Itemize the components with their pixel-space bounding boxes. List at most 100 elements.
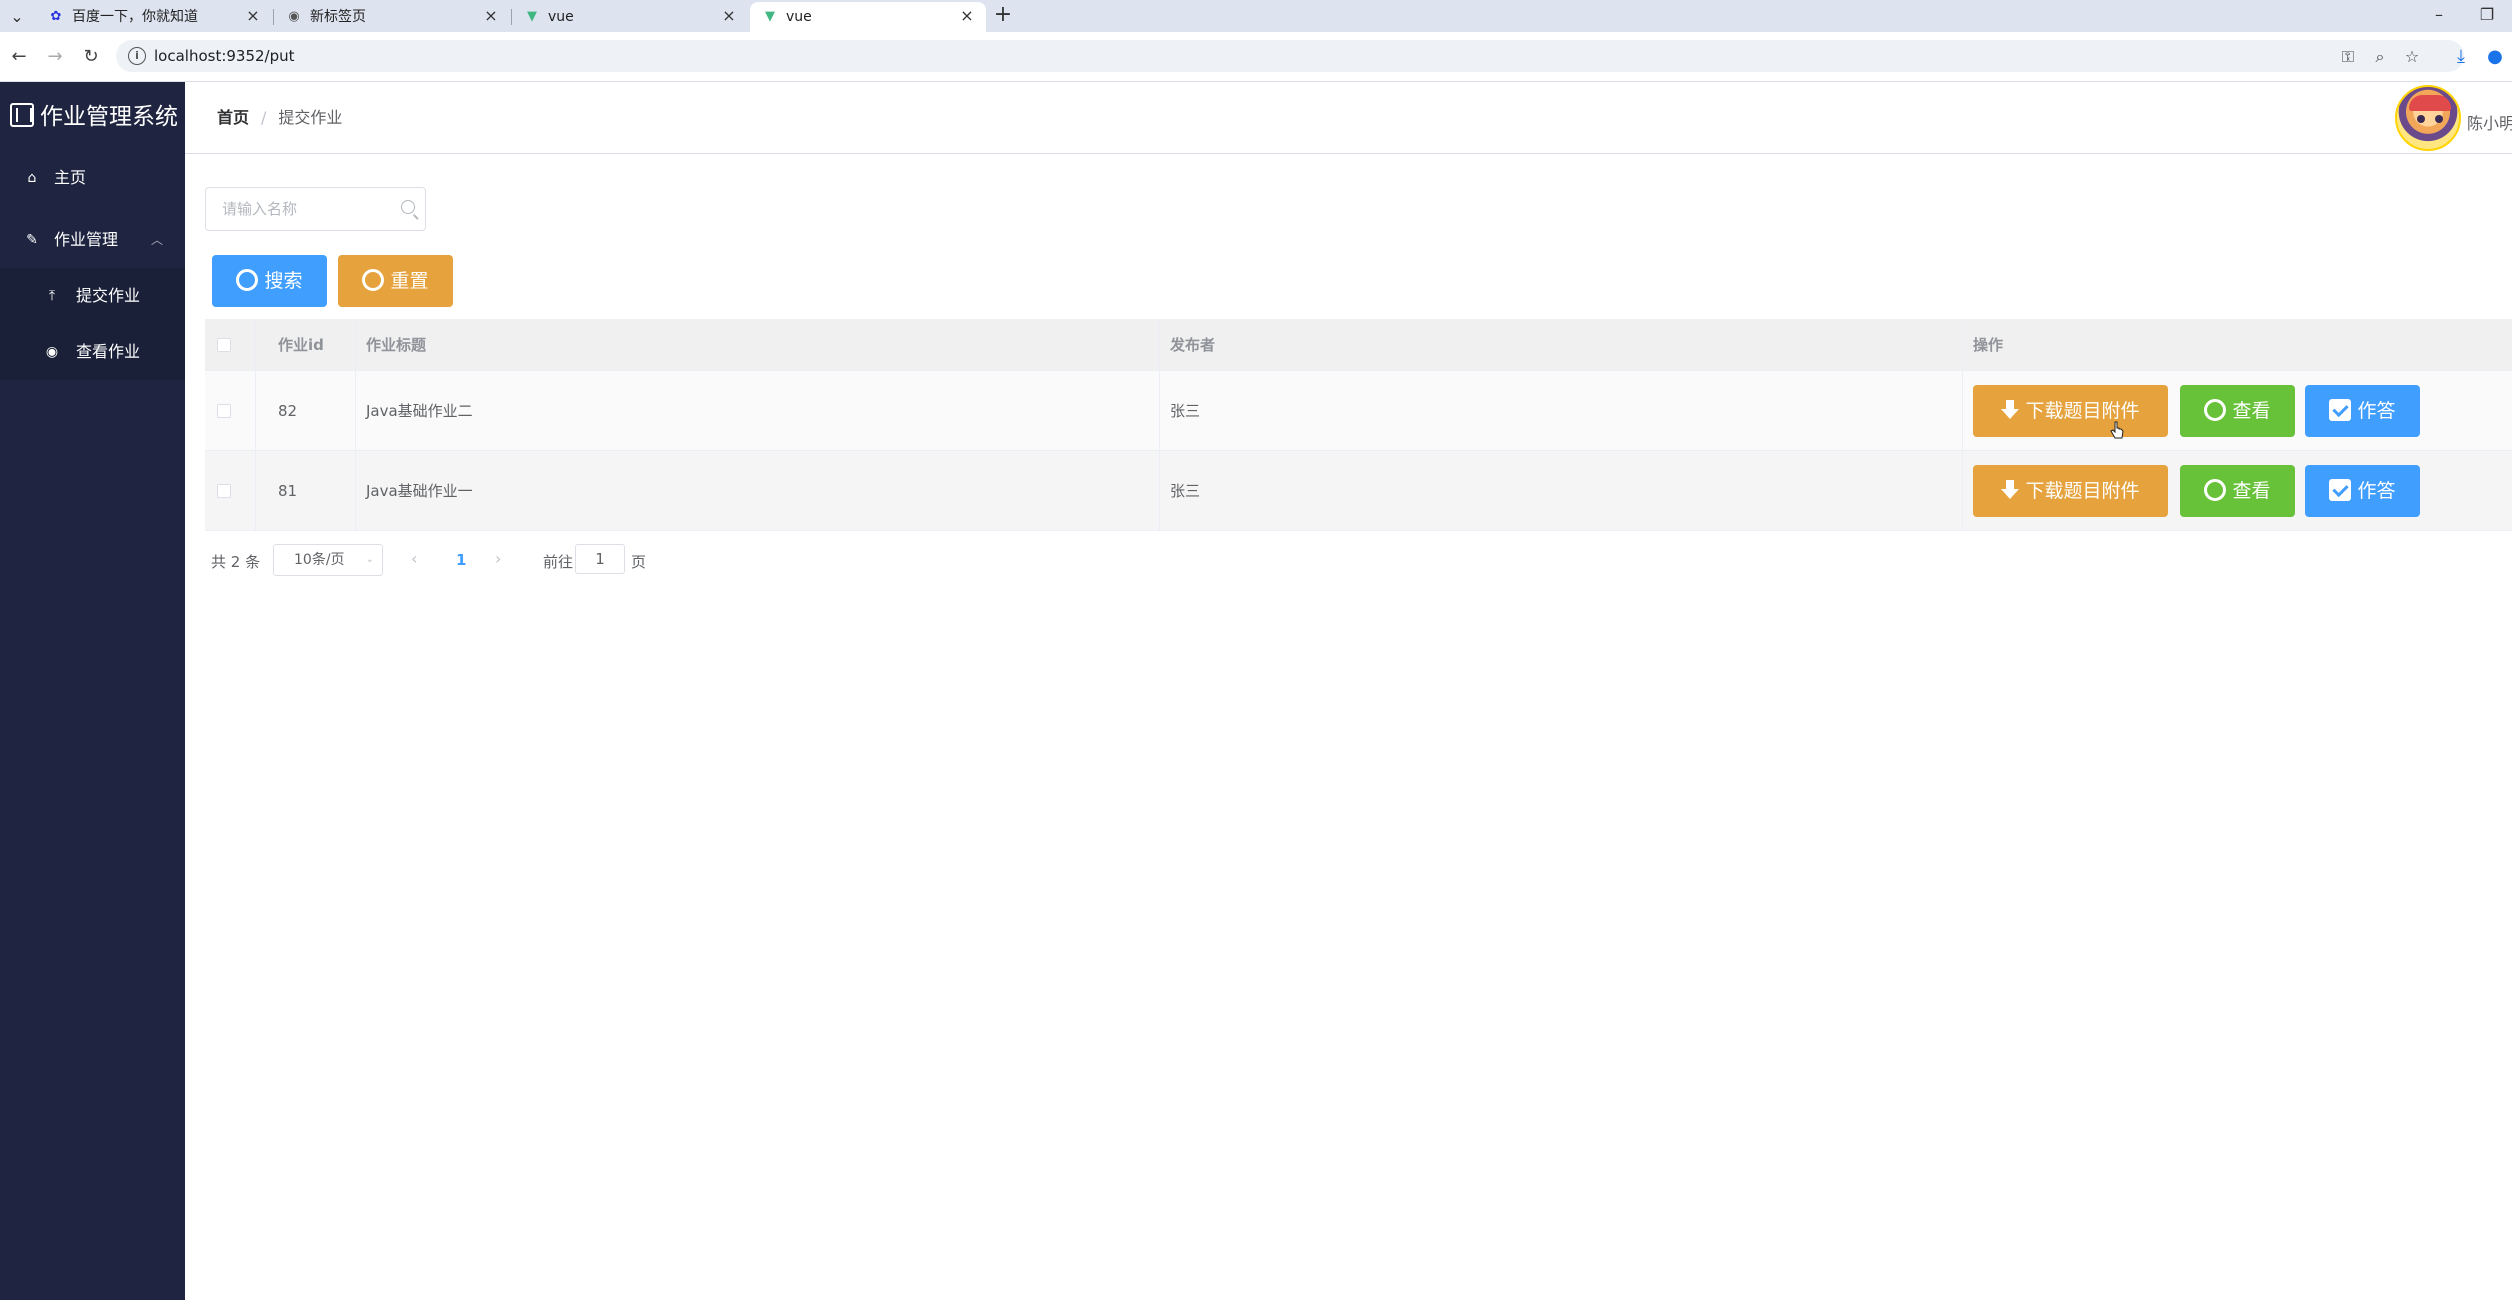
close-tab-icon[interactable]: × xyxy=(244,7,262,25)
profile-icon[interactable]: ● xyxy=(2482,44,2508,70)
search-icon xyxy=(236,269,259,291)
column-divider xyxy=(1962,451,1963,530)
column-divider xyxy=(255,451,256,530)
tab-title: vue xyxy=(548,9,574,25)
browser-tab-strip: ⌄ ✿ 百度一下，你就知道 × ◉ 新标签页 × ▼ vue × ▼ vue ×… xyxy=(0,0,2512,32)
sidebar-item-view-homework[interactable]: ◉ 查看作业 xyxy=(0,324,185,380)
minimize-icon[interactable]: – xyxy=(2424,2,2454,28)
vue-icon: ▼ xyxy=(765,9,775,24)
avatar[interactable] xyxy=(2395,85,2461,151)
view-search-icon xyxy=(2204,479,2227,501)
tab-title: vue xyxy=(786,9,812,25)
browser-tab-baidu[interactable]: ✿ 百度一下，你就知道 × xyxy=(36,2,272,32)
reset-button[interactable]: 重置 xyxy=(338,255,453,307)
chevron-down-icon: ⌄ xyxy=(365,554,374,565)
name-search-field[interactable] xyxy=(205,187,426,231)
address-bar[interactable]: i localhost:9352/put ⚿ ⌕ ☆ xyxy=(116,40,2464,72)
answer-button[interactable]: 作答 xyxy=(2305,465,2420,517)
download-icon xyxy=(2001,480,2020,500)
page-size-select[interactable]: 10条/页 ⌄ xyxy=(273,544,383,576)
page-header: 首页 / 提交作业 陈小明 xyxy=(185,82,2512,154)
table-row: 82 Java基础作业二 张三 下载题目附件 查看 作答 xyxy=(205,371,2512,451)
page-number-current[interactable]: 1 xyxy=(456,551,466,569)
view-button-label: 查看 xyxy=(2232,480,2271,502)
download-icon[interactable]: ⤓ xyxy=(2448,44,2474,70)
refresh-icon xyxy=(362,269,385,291)
row-checkbox[interactable] xyxy=(217,404,231,418)
total-count: 共 2 条 xyxy=(211,553,261,571)
close-tab-icon[interactable]: × xyxy=(482,7,500,25)
tab-search-chevron-icon[interactable]: ⌄ xyxy=(6,6,28,28)
site-info-icon[interactable]: i xyxy=(128,47,146,65)
download-attachment-button[interactable]: 下载题目附件 xyxy=(1973,385,2168,437)
breadcrumb: 首页 / 提交作业 xyxy=(217,108,342,128)
view-button[interactable]: 查看 xyxy=(2180,385,2295,437)
browser-tab-vue[interactable]: ▼ vue × xyxy=(512,2,748,32)
homework-publisher: 张三 xyxy=(1170,482,1201,500)
download-attachment-button[interactable]: 下载题目附件 xyxy=(1973,465,2168,517)
next-page-icon[interactable]: › xyxy=(495,549,501,568)
column-header-id: 作业id xyxy=(278,336,324,354)
homework-title: Java基础作业一 xyxy=(366,482,473,500)
bookmark-star-icon[interactable]: ☆ xyxy=(2402,47,2422,67)
zoom-icon[interactable]: ⌕ xyxy=(2370,47,2390,67)
column-divider xyxy=(1159,371,1160,450)
column-header-title: 作业标题 xyxy=(366,336,427,354)
url-text[interactable]: localhost:9352/put xyxy=(154,47,295,65)
column-divider xyxy=(1159,319,1160,370)
column-divider xyxy=(255,371,256,450)
answer-button[interactable]: 作答 xyxy=(2305,385,2420,437)
browser-tab-vue-active[interactable]: ▼ vue × xyxy=(750,2,986,32)
goto-label: 前往 xyxy=(543,553,574,571)
new-tab-icon[interactable]: + xyxy=(992,4,1014,26)
breadcrumb-home[interactable]: 首页 xyxy=(217,108,249,127)
baidu-paw-icon: ✿ xyxy=(50,9,62,24)
download-icon xyxy=(2001,400,2020,420)
home-icon: ⌂ xyxy=(27,170,37,186)
answer-button-label: 作答 xyxy=(2357,480,2396,502)
app-logo: 作业管理系统 xyxy=(10,102,178,132)
view-search-icon xyxy=(2204,399,2227,421)
column-header-actions: 操作 xyxy=(1973,336,2004,354)
search-button[interactable]: 搜索 xyxy=(212,255,327,307)
search-input[interactable] xyxy=(222,198,392,220)
checkbox-check-icon xyxy=(2329,399,2352,421)
page-size-value: 10条/页 xyxy=(294,552,345,568)
download-attachment-label: 下载题目附件 xyxy=(2025,480,2140,502)
answer-button-label: 作答 xyxy=(2357,400,2396,422)
prev-page-icon[interactable]: ‹ xyxy=(411,549,417,568)
download-attachment-label: 下载题目附件 xyxy=(2025,400,2140,422)
app-title: 作业管理系统 xyxy=(40,104,178,130)
close-tab-icon[interactable]: × xyxy=(720,7,738,25)
goto-page-input[interactable]: 1 xyxy=(575,544,625,574)
chrome-icon: ◉ xyxy=(288,9,300,24)
upload-icon: ⤒ xyxy=(48,288,56,304)
sidebar-item-submit-homework[interactable]: ⤒ 提交作业 xyxy=(0,268,185,324)
table-header: 作业id 作业标题 发布者 操作 xyxy=(205,319,2512,371)
view-button[interactable]: 查看 xyxy=(2180,465,2295,517)
tab-title: 新标签页 xyxy=(310,9,366,25)
search-icon xyxy=(401,200,415,214)
sidebar-item-homework-management[interactable]: ✎ 作业管理 ︿ xyxy=(0,212,185,268)
close-tab-icon[interactable]: × xyxy=(958,7,976,25)
column-divider xyxy=(355,371,356,450)
restore-icon[interactable]: ❐ xyxy=(2472,2,2502,28)
username[interactable]: 陈小明 xyxy=(2467,110,2512,134)
eye-icon: ◉ xyxy=(45,344,59,360)
password-key-icon[interactable]: ⚿ xyxy=(2338,47,2358,67)
forward-icon[interactable]: → xyxy=(42,44,68,70)
reload-icon[interactable]: ↻ xyxy=(78,44,104,70)
vue-icon: ▼ xyxy=(527,9,537,24)
row-checkbox[interactable] xyxy=(217,484,231,498)
column-divider xyxy=(355,319,356,370)
sidebar-item-label: 作业管理 xyxy=(54,230,119,249)
browser-tab-newtab[interactable]: ◉ 新标签页 × xyxy=(274,2,510,32)
column-divider xyxy=(1962,371,1963,450)
select-all-checkbox[interactable] xyxy=(217,338,231,352)
sidebar-item-label: 提交作业 xyxy=(76,286,141,305)
back-icon[interactable]: ← xyxy=(6,44,32,70)
sidebar-item-home[interactable]: ⌂ 主页 xyxy=(0,150,185,206)
edit-icon: ✎ xyxy=(26,232,38,248)
browser-toolbar: ← → ↻ i localhost:9352/put ⚿ ⌕ ☆ ⤓ ● xyxy=(0,32,2512,82)
homework-id: 82 xyxy=(278,402,298,420)
